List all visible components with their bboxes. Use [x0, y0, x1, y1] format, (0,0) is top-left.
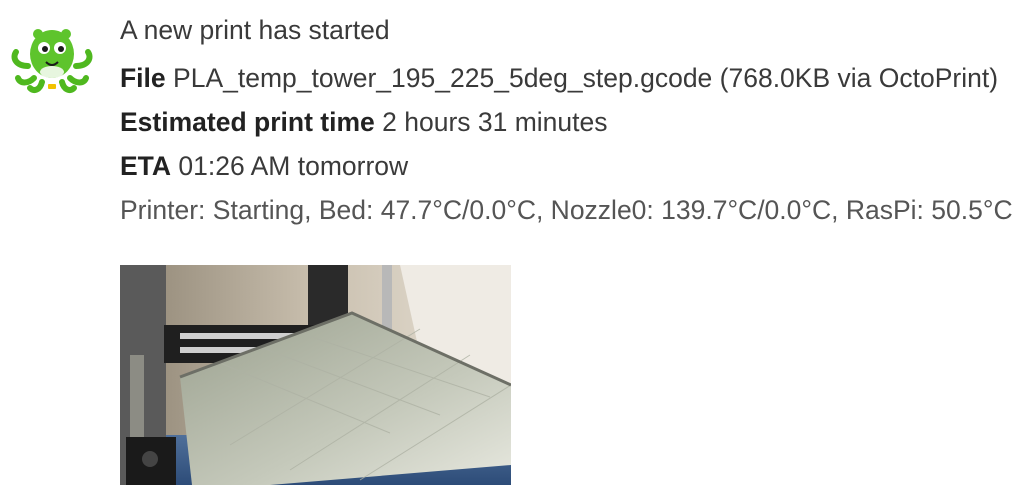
eta-label: ETA: [120, 151, 172, 181]
file-row: File PLA_temp_tower_195_225_5deg_step.gc…: [120, 56, 1020, 100]
file-label: File: [120, 63, 166, 93]
printer-bed-photo: [120, 265, 511, 485]
file-value: PLA_temp_tower_195_225_5deg_step.gcode (…: [173, 63, 999, 93]
notification-message: A new print has started File PLA_temp_to…: [120, 12, 1020, 232]
octopus-logo-icon: [11, 29, 93, 93]
eta-value: 01:26 AM tomorrow: [178, 151, 409, 181]
estimated-time-label: Estimated print time: [120, 107, 375, 137]
estimated-time-value: 2 hours 31 minutes: [382, 107, 608, 137]
printer-status: Printer: Starting, Bed: 47.7°C/0.0°C, No…: [120, 195, 1013, 225]
printer-snapshot-image[interactable]: [120, 265, 511, 485]
sender-avatar[interactable]: [8, 22, 96, 94]
eta-row: ETA 01:26 AM tomorrow: [120, 144, 1020, 188]
estimated-time-row: Estimated print time 2 hours 31 minutes: [120, 100, 1020, 144]
message-title: A new print has started: [120, 15, 390, 45]
